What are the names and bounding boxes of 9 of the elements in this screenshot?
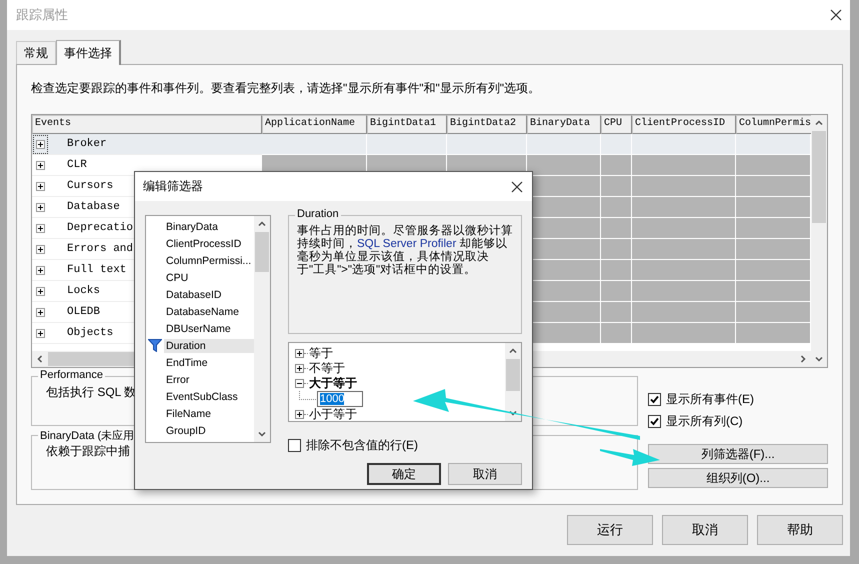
group-title: BinaryData (未应用 — [38, 428, 136, 443]
column-description: 事件占用的时间。尽管服务器以微秒计算持续时间，SQL Server Profiler 却能够以毫秒为单位显示该值，具体情况取决于"工具">"选项"对话框中的设置。 — [297, 225, 513, 277]
group-description: 包括执行 SQL 数 — [46, 385, 136, 399]
instruction-text: 检查选定要跟踪的事件和事件列。要查看完整列表，请选择"显示所有事件"和"显示所有列"选项。 — [31, 80, 542, 97]
group-title: Performance — [38, 369, 105, 381]
group-title: Duration — [295, 208, 341, 220]
window-title: 跟踪属性 — [16, 6, 68, 24]
group-description: 依赖于跟踪中捕 — [46, 444, 130, 458]
dialog-title: 编辑筛选器 — [143, 178, 203, 195]
